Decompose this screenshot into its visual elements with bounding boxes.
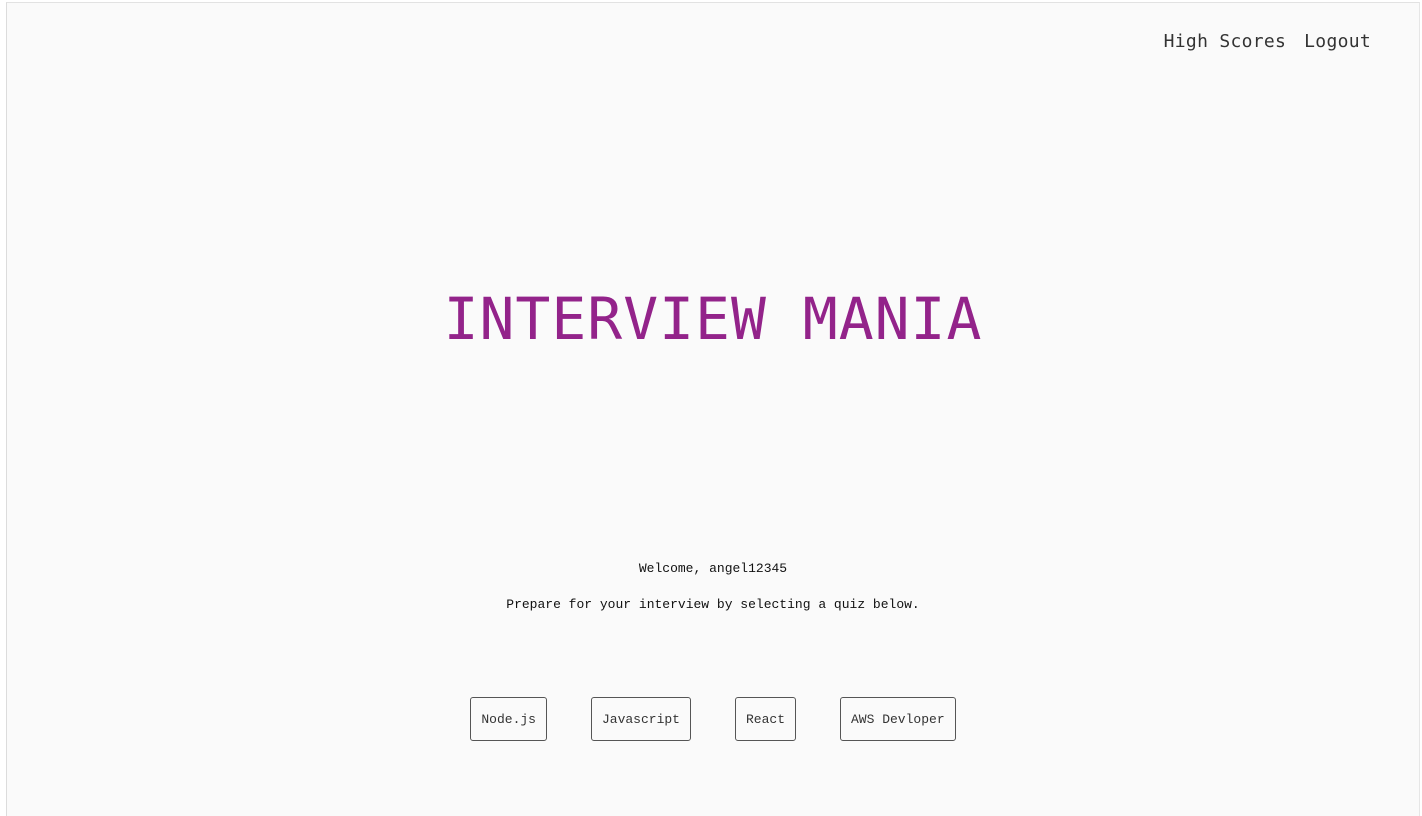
quiz-prompt: Prepare for your interview by selecting … [506, 597, 920, 612]
quiz-button-group: Node.js Javascript React AWS Devloper [7, 697, 1419, 741]
logout-link[interactable]: Logout [1304, 31, 1371, 52]
high-scores-link[interactable]: High Scores [1164, 31, 1287, 52]
quiz-button-aws-developer[interactable]: AWS Devloper [840, 697, 956, 741]
top-nav: High Scores Logout [1164, 31, 1371, 52]
welcome-message: Welcome, angel12345 [638, 561, 788, 576]
page-title: INTERVIEW MANIA [443, 285, 983, 353]
quiz-button-nodejs[interactable]: Node.js [470, 697, 547, 741]
page-container: High Scores Logout INTERVIEW MANIA Welco… [6, 2, 1420, 816]
quiz-button-react[interactable]: React [734, 697, 796, 741]
quiz-button-javascript[interactable]: Javascript [590, 697, 691, 741]
